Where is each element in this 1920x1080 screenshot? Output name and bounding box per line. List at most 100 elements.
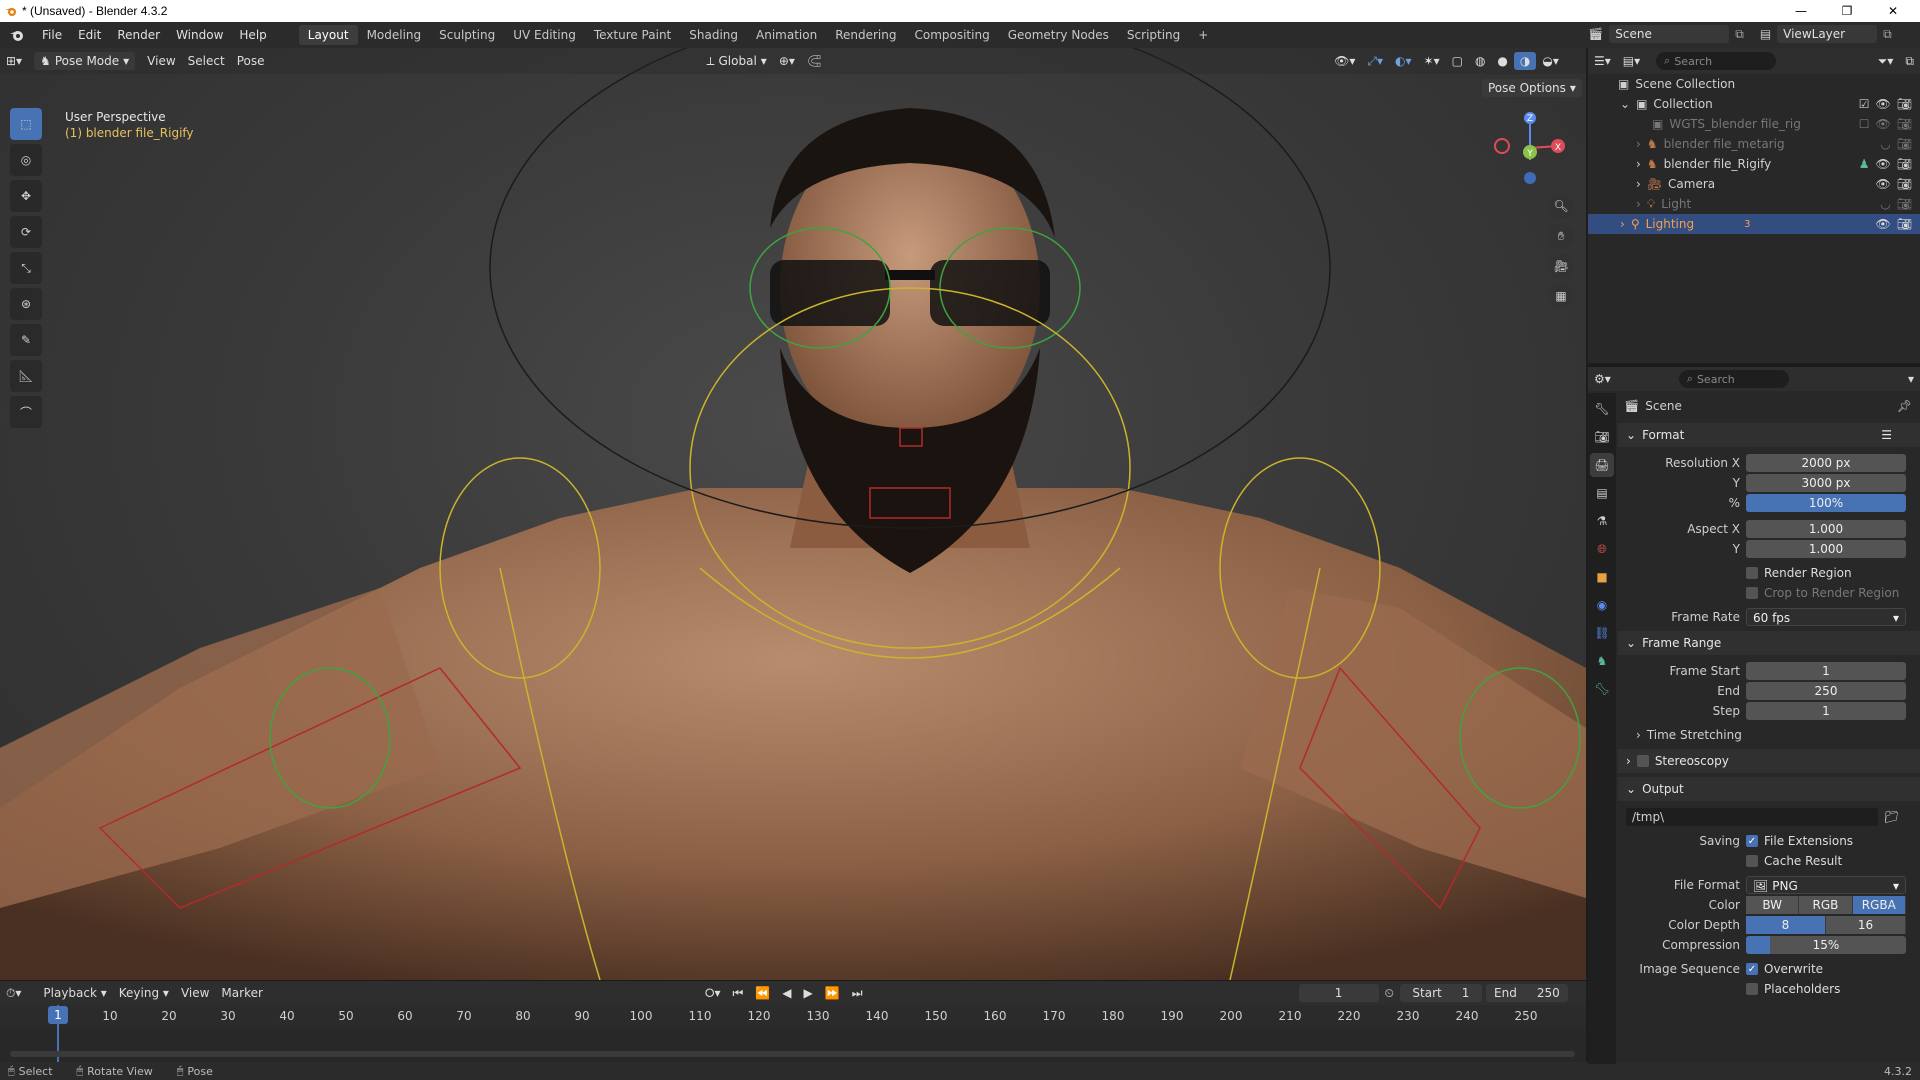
menu-edit[interactable]: Edit [70, 28, 109, 42]
timeline-menu-view[interactable]: View [175, 984, 215, 1002]
gizmo-toggle-icon[interactable]: ⤢▾ [1361, 52, 1389, 71]
filter-icon[interactable]: ⏷▾ [1872, 52, 1900, 71]
minimize-button[interactable]: — [1778, 0, 1824, 22]
close-button[interactable]: ✕ [1870, 0, 1916, 22]
folder-icon[interactable]: 📁︎ [1884, 810, 1899, 824]
menu-render[interactable]: Render [109, 28, 168, 42]
view-layer-tab-icon[interactable]: ▤ [1590, 481, 1614, 505]
camera-render-icon[interactable]: 📷︎ [1897, 97, 1912, 111]
overwrite-checkbox[interactable]: ✓ Overwrite [1746, 962, 1823, 976]
viewlayer-selector[interactable]: ViewLayer [1777, 25, 1878, 43]
outliner-row-metarig[interactable]: › ♞ blender file_metarig ◡ 📷︎ [1588, 134, 1920, 154]
zoom-icon[interactable]: 🔍︎ [1548, 193, 1574, 219]
maximize-button[interactable]: ❐ [1824, 0, 1870, 22]
ortho-toggle-icon[interactable]: ▦ [1548, 283, 1574, 309]
placeholders-checkbox[interactable]: Placeholders [1746, 982, 1840, 996]
expand-arrow-icon[interactable]: › [1636, 197, 1641, 211]
tab-animation[interactable]: Animation [747, 25, 826, 45]
outliner-row-collection[interactable]: ⌄ ▣ Collection ☑ 👁︎ 📷︎ [1588, 94, 1920, 114]
expand-arrow-icon[interactable]: › [1636, 177, 1641, 191]
output-panel-header[interactable]: ⌄ Output [1618, 777, 1920, 801]
transform-orientation-selector[interactable]: ⟂ Global ▾ [700, 52, 772, 71]
eye-closed-icon[interactable]: ◡ [1880, 197, 1890, 211]
next-keyframe-icon[interactable]: ⏩ [819, 984, 846, 1002]
tab-shading[interactable]: Shading [680, 25, 747, 45]
pan-hand-icon[interactable]: ✋︎ [1548, 223, 1574, 249]
tab-uv-editing[interactable]: UV Editing [504, 25, 585, 45]
resolution-x-field[interactable]: 2000 px [1746, 454, 1906, 472]
play-icon[interactable]: ▶ [798, 984, 819, 1002]
aspect-y-field[interactable]: 1.000 [1746, 540, 1906, 558]
resolution-y-field[interactable]: 3000 px [1746, 474, 1906, 492]
depth-16-button[interactable]: 16 [1826, 916, 1906, 934]
viewport-menu-select[interactable]: Select [182, 52, 231, 70]
stereoscopy-checkbox[interactable] [1636, 755, 1649, 767]
preview-range-icon[interactable]: ⏲ [1379, 984, 1400, 1003]
tab-scripting[interactable]: Scripting [1118, 25, 1189, 45]
expand-arrow-icon[interactable]: ⌄ [1620, 97, 1630, 111]
outliner-row-wgts[interactable]: ▣ WGTS_blender file_rig ☐ 👁︎ 📷︎ [1588, 114, 1920, 134]
camera-render-icon[interactable]: 📷︎ [1897, 157, 1912, 171]
new-scene-icon[interactable]: ⧉ [1735, 27, 1744, 42]
snap-icon[interactable]: 🧲︎ [801, 52, 828, 70]
crop-region-checkbox[interactable]: Crop to Render Region [1746, 586, 1899, 600]
menu-help[interactable]: Help [231, 28, 274, 42]
eye-icon[interactable]: 👁︎ [1876, 157, 1891, 171]
material-shading-icon[interactable]: ◑ [1513, 52, 1537, 70]
expand-arrow-icon[interactable]: › [1636, 137, 1641, 151]
jump-end-icon[interactable]: ⏭ [846, 984, 869, 1003]
auto-keying-icon[interactable]: ⭘▾ [699, 984, 727, 1003]
camera-render-icon[interactable]: 📷︎ [1897, 197, 1912, 211]
current-frame-field[interactable]: 1 [1298, 984, 1379, 1002]
tool-tab-icon[interactable]: 🔧︎ [1590, 397, 1614, 421]
camera-render-icon[interactable]: 📷︎ [1897, 117, 1912, 131]
timeline-scrollbar[interactable] [10, 1051, 1575, 1057]
properties-search-input[interactable]: ⌕ Search [1678, 370, 1789, 388]
pose-options-dropdown[interactable]: Pose Options ▾ [1482, 79, 1582, 97]
file-extensions-checkbox[interactable]: ✓ File Extensions [1746, 834, 1853, 848]
timeline-menu-marker[interactable]: Marker [215, 984, 268, 1002]
navigation-gizmo[interactable]: X Y Z [1490, 108, 1570, 188]
frame-start-field[interactable]: 1 [1746, 662, 1906, 680]
bone-overlay-icon[interactable]: ✶▾ [1418, 52, 1446, 70]
world-tab-icon[interactable]: 🌐︎ [1590, 537, 1614, 561]
visibility-icon[interactable]: 👁︎▾ [1328, 52, 1361, 70]
measure-tool[interactable]: 📐︎ [10, 360, 42, 392]
tab-geometry-nodes[interactable]: Geometry Nodes [999, 25, 1118, 45]
start-frame-field[interactable]: Start 1 [1399, 984, 1482, 1002]
prev-keyframe-icon[interactable]: ⏪ [749, 984, 776, 1002]
file-format-dropdown[interactable]: 🖼︎ PNG ▾ [1746, 876, 1906, 894]
play-reverse-icon[interactable]: ◀ [776, 984, 797, 1002]
camera-render-icon[interactable]: 📷︎ [1897, 177, 1912, 191]
tab-texture-paint[interactable]: Texture Paint [585, 25, 680, 45]
annotate-tool[interactable]: ✎ [10, 324, 42, 356]
pin-icon[interactable]: 📌︎ [1897, 399, 1912, 413]
output-path-field[interactable]: /tmp\ [1626, 808, 1878, 826]
eye-closed-icon[interactable]: ◡ [1880, 137, 1890, 151]
outliner-row-camera[interactable]: › 🎥︎ Camera 👁︎ 📷︎ [1588, 174, 1920, 194]
properties-editor-type-icon[interactable]: ⚙▾ [1588, 370, 1617, 388]
tab-layout[interactable]: Layout [298, 25, 358, 45]
expand-arrow-icon[interactable]: › [1620, 217, 1625, 231]
3d-viewport[interactable]: ⊞▾ ♞ Pose Mode ▾ View Select Pose ⟂ Glob… [0, 48, 1586, 980]
expand-arrow-icon[interactable]: › [1636, 157, 1641, 171]
viewport-menu-view[interactable]: View [141, 52, 181, 70]
transform-tool[interactable]: ⊛ [10, 288, 42, 320]
bone-roll-tool[interactable]: ⌒ [10, 396, 42, 428]
output-tab-icon[interactable]: 🖨︎ [1590, 453, 1614, 477]
rendered-shading-icon[interactable]: ◒▾ [1536, 52, 1565, 70]
solid-shading-icon[interactable]: ● [1491, 52, 1513, 70]
scale-tool[interactable]: ⤡ [10, 252, 42, 284]
color-rgb-button[interactable]: RGB [1799, 896, 1853, 914]
tab-compositing[interactable]: Compositing [905, 25, 998, 45]
overlay-toggle-icon[interactable]: ◐▾ [1389, 52, 1418, 70]
frame-range-panel-header[interactable]: ⌄ Frame Range [1618, 631, 1920, 655]
menu-file[interactable]: File [34, 28, 70, 42]
eye-icon[interactable]: 👁︎ [1876, 97, 1891, 111]
display-mode-icon[interactable]: ▤▾ [1617, 52, 1646, 70]
color-rgba-button[interactable]: RGBA [1852, 896, 1906, 914]
chevron-down-icon[interactable]: ▾ [1902, 370, 1920, 388]
camera-view-icon[interactable]: 🎥︎ [1548, 253, 1574, 279]
menu-window[interactable]: Window [168, 28, 231, 42]
xray-toggle-icon[interactable]: ▢ [1446, 52, 1469, 70]
